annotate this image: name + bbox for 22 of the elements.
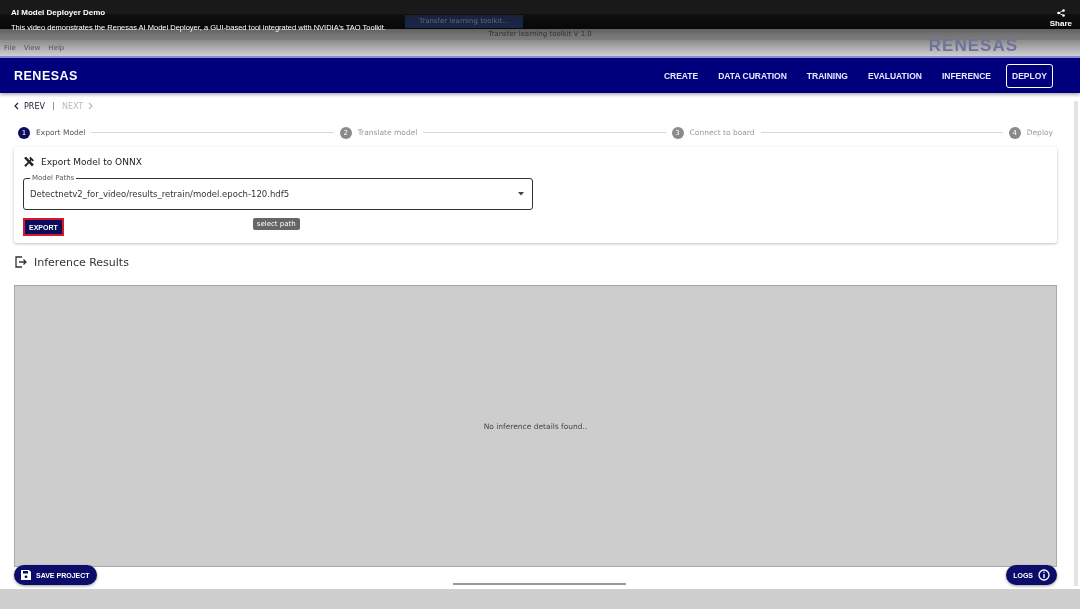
nav-tab[interactable]: EVALUATION [857, 63, 932, 88]
scrollbar-thumb[interactable] [453, 583, 626, 585]
nav-tab[interactable]: DATA CURATION [708, 63, 797, 88]
section-title: Inference Results [34, 255, 129, 269]
exit-icon [15, 256, 27, 268]
nav-tab[interactable]: TRAINING [796, 63, 858, 88]
prev-button[interactable]: PREV [14, 101, 45, 111]
logo: RENESAS [14, 68, 78, 83]
caret-icon [518, 192, 524, 196]
logo: RENESAS [928, 36, 1018, 56]
info-icon [1038, 569, 1050, 581]
chevron-left-icon [14, 102, 19, 110]
share-button[interactable]: Share [1049, 9, 1072, 28]
floppy-icon [21, 570, 31, 580]
nav-tab[interactable]: DEPLOY [1006, 63, 1053, 88]
chevron-right-icon [88, 102, 94, 110]
card-title: Export Model to ONNX [41, 157, 142, 167]
video-title: AI Model Deployer Demo [11, 8, 106, 17]
share-icon [1056, 9, 1065, 17]
tools-icon [23, 156, 35, 168]
nav-tab[interactable]: CREATE [653, 63, 709, 88]
nav-tab[interactable]: INFERENCE [931, 63, 1002, 88]
